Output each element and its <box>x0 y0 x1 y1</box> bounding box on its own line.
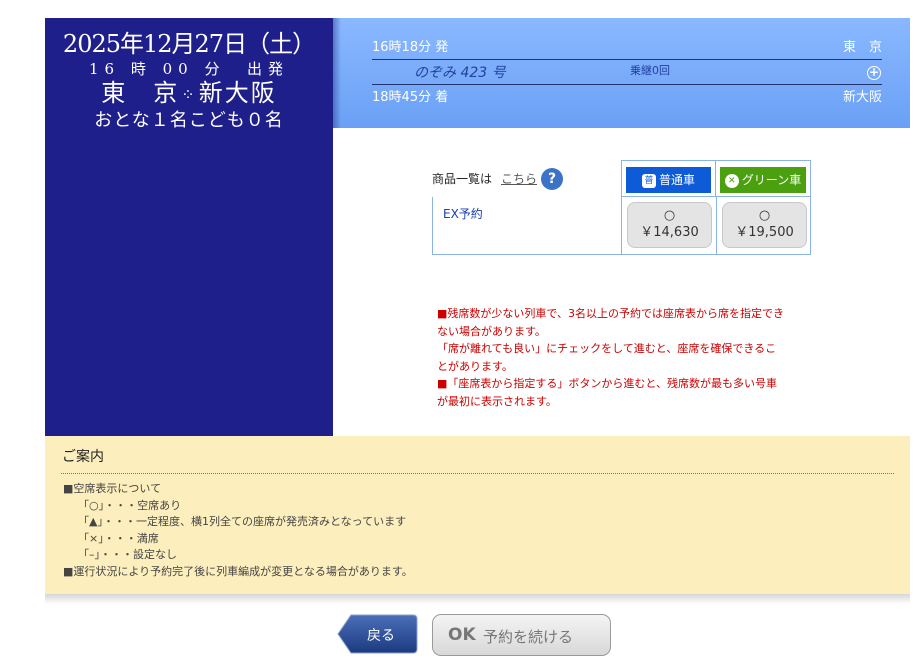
train-header: 16時18分 発 東 京 のぞみ 423 号 乗継0回 + 18時45分 着 新… <box>333 18 910 128</box>
panel-shadow <box>333 18 341 128</box>
continue-booking-label: 予約を続ける <box>483 628 574 646</box>
departure-time: 16時18分 発 <box>372 40 449 55</box>
arrival-time: 18時45分 着 <box>372 90 449 105</box>
guide-line: 「–」・・・設定なし <box>78 548 177 561</box>
fare-price: ￥19,500 <box>735 225 794 240</box>
origin-station: 東 京 <box>101 79 180 107</box>
train-name: のぞみ 423 号 <box>414 65 506 81</box>
product-name: EX予約 <box>443 207 483 221</box>
arrival-station: 新大阪 <box>842 90 882 105</box>
guide-divider <box>61 473 894 474</box>
fare-row: EX予約 ○ ￥14,630 ○ ￥19,500 <box>432 197 811 255</box>
ordinary-car-label: 普普通車 <box>626 167 711 193</box>
notice-line: 「席が離れても良い」にチェックをして進むと、座席を確保できるこ <box>437 342 777 355</box>
ok-icon: OK <box>448 625 476 645</box>
guide-line: 「▲」・・・一定程度、横1列全ての座席が発売済みとなっています <box>78 515 407 528</box>
back-button[interactable]: 戻る <box>337 614 418 654</box>
green-fare-cell: ○ ￥19,500 <box>716 197 811 254</box>
fare-table: 商品一覧は こちら ? 普普通車 ✕ グリーン車 EX予約 ○ ￥14,630 ○… <box>432 160 811 255</box>
guide-title: ご案内 <box>62 449 104 465</box>
ordinary-fare-cell: ○ ￥14,630 <box>621 197 716 254</box>
train-row: のぞみ 423 号 乗継0回 + <box>372 61 882 85</box>
passenger-count: おとな１名こども０名 <box>94 109 284 131</box>
notice-line: ■「座席表から指定する」ボタンから進むと、残席数が最も多い号車 <box>437 377 777 390</box>
guide-line: ■運行状況により予約完了後に列車編成が変更となる場合があります。 <box>63 564 413 578</box>
departure-station: 東 京 <box>842 40 882 55</box>
departure-time-summary: 16 時 00 分 出発 <box>88 60 290 78</box>
notice-line: とがあります。 <box>437 359 513 373</box>
fare-price: ￥14,630 <box>640 225 699 240</box>
guide-line: ■空席表示について <box>63 482 162 495</box>
green-car-icon: ✕ <box>724 173 739 188</box>
seat-availability: ○ <box>758 208 771 223</box>
journey-summary-panel: 2025年12月27日（土） 16 時 00 分 出発 東 京 ⁘新大阪 おとな１… <box>45 18 333 436</box>
route-arrow-icon: ⁘ <box>181 84 197 104</box>
back-button-label: 戻る <box>367 628 395 644</box>
continue-booking-button[interactable]: OK 予約を続ける <box>432 614 611 656</box>
guide-box: ご案内 ■空席表示について 「○」・・・空席あり 「▲」・・・一定程度、横1列全… <box>45 436 910 594</box>
fare-table-header: 商品一覧は こちら ? 普普通車 ✕ グリーン車 <box>432 160 811 197</box>
guide-content: ■空席表示について 「○」・・・空席あり 「▲」・・・一定程度、横1列全ての座席… <box>63 481 413 580</box>
departure-row: 16時18分 発 東 京 <box>372 36 882 60</box>
notice-line: ない場合があります。 <box>437 324 546 338</box>
guide-shadow <box>45 594 910 604</box>
expand-plus-icon[interactable]: + <box>867 66 881 80</box>
guide-line: 「×」・・・満席 <box>78 531 159 545</box>
guide-line: 「○」・・・空席あり <box>78 498 182 512</box>
destination-station: 新大阪 <box>198 79 277 107</box>
ordinary-car-header: 普普通車 <box>621 160 715 197</box>
help-icon[interactable]: ? <box>541 168 563 190</box>
green-car-label: ✕ グリーン車 <box>720 167 806 193</box>
green-car-header: ✕ グリーン車 <box>715 160 811 197</box>
route-summary: 東 京 ⁘新大阪 <box>45 79 333 109</box>
ordinary-fare-button[interactable]: ○ ￥14,630 <box>627 202 712 248</box>
arrival-row: 18時45分 着 新大阪 <box>372 86 882 110</box>
product-list-label: 商品一覧は <box>432 172 493 186</box>
ordinary-car-icon: 普 <box>641 173 656 188</box>
seat-availability: ○ <box>663 208 676 223</box>
product-list-link[interactable]: こちら <box>501 170 537 187</box>
travel-date: 2025年12月27日（土） <box>62 30 316 58</box>
green-fare-button[interactable]: ○ ￥19,500 <box>722 202 807 248</box>
notice-line: が最初に表示されます。 <box>437 394 557 408</box>
transfer-count: 乗継0回 <box>630 64 670 77</box>
notice-line: ■残席数が少ない列車で、3名以上の予約では座席表から席を指定でき <box>437 307 784 320</box>
seat-notice: ■残席数が少ない列車で、3名以上の予約では座席表から席を指定でき ない場合があり… <box>437 305 813 410</box>
